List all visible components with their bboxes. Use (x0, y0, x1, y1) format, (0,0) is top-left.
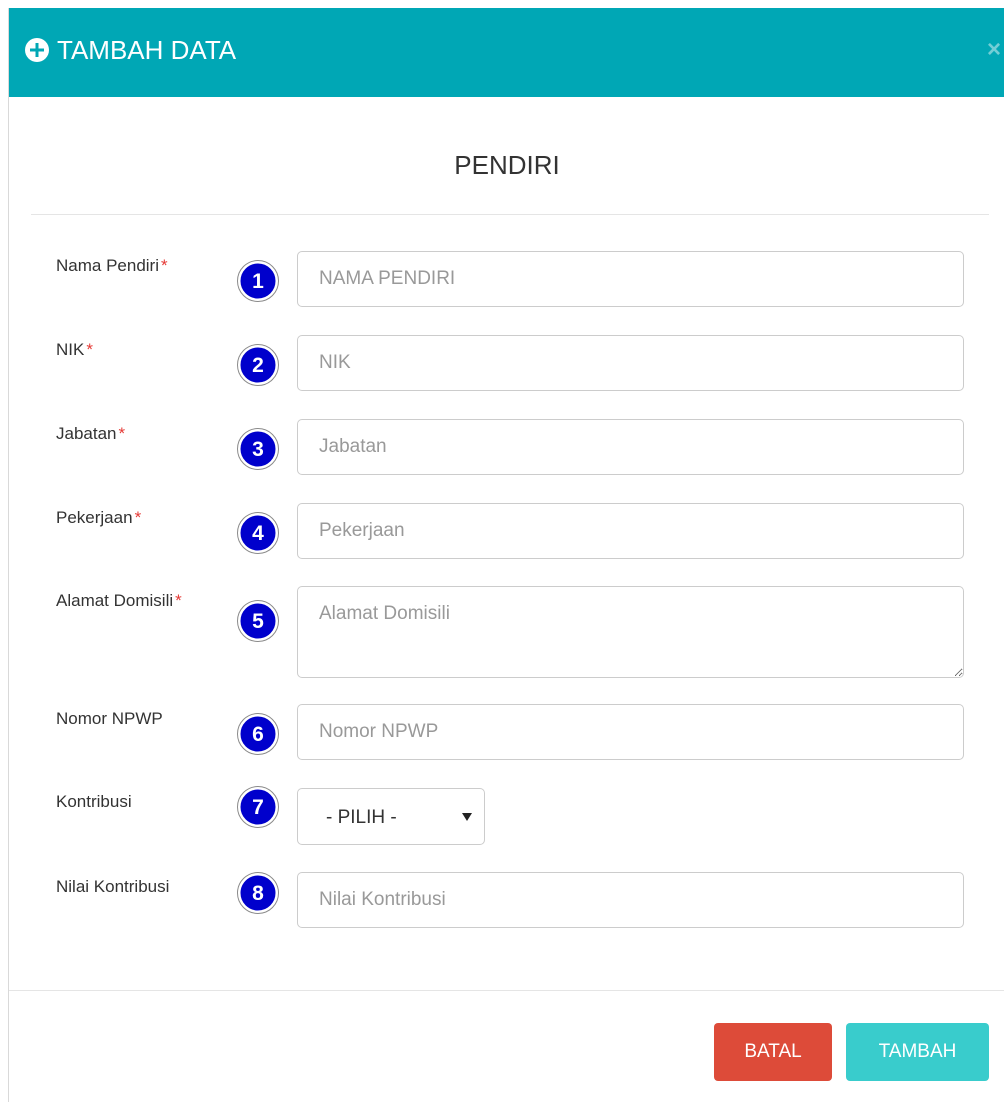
label-text: Nilai Kontribusi (56, 877, 170, 896)
label-text: Pekerjaan (56, 508, 133, 527)
required-mark: * (134, 508, 142, 527)
nama-pendiri-input[interactable] (297, 251, 964, 307)
label-text: Alamat Domisili (56, 591, 174, 610)
nilai-kontribusi-input[interactable] (297, 872, 964, 928)
modal-header: TAMBAH DATA × (9, 8, 1004, 97)
label-text: NIK (56, 340, 85, 359)
label-jabatan: Jabatan * (56, 424, 125, 444)
badge-number: 3 (252, 438, 264, 461)
number-badge-1-icon: 1 (237, 260, 279, 302)
number-badge-2-icon: 2 (237, 344, 279, 386)
number-badge-7-icon: 7 (237, 786, 279, 828)
cancel-button[interactable]: BATAL (714, 1023, 832, 1081)
kontribusi-select[interactable]: - PILIH - (297, 788, 485, 845)
nomor-npwp-input[interactable] (297, 704, 964, 760)
label-kontribusi: Kontribusi (56, 792, 132, 812)
required-mark: * (86, 340, 93, 359)
badge-number: 7 (252, 796, 264, 819)
badge-number: 2 (252, 354, 264, 377)
modal-title: TAMBAH DATA (25, 34, 236, 66)
footer-divider (9, 990, 1004, 991)
number-badge-8-icon: 8 (237, 872, 279, 914)
badge-number: 6 (252, 723, 264, 746)
number-badge-5-icon: 5 (237, 600, 279, 642)
required-mark: * (161, 256, 168, 275)
label-text: Jabatan (56, 424, 117, 443)
number-badge-6-icon: 6 (237, 713, 279, 755)
modal-title-text: TAMBAH DATA (57, 34, 237, 65)
required-mark: * (118, 424, 126, 443)
label-nilai-kontribusi: Nilai Kontribusi (56, 877, 169, 897)
section-title: PENDIRI (454, 150, 560, 180)
plus-circle-icon (25, 38, 49, 62)
nik-input[interactable] (297, 335, 964, 391)
number-badge-3-icon: 3 (237, 428, 279, 470)
label-nomor-npwp: Nomor NPWP (56, 709, 163, 729)
label-text: Kontribusi (56, 792, 132, 811)
label-nama-pendiri: Nama Pendiri * (56, 256, 168, 276)
label-pekerjaan: Pekerjaan * (56, 508, 141, 528)
chevron-down-icon (462, 813, 472, 821)
badge-number: 4 (252, 522, 264, 545)
pekerjaan-input[interactable] (297, 503, 964, 559)
select-value: - PILIH - (326, 807, 397, 828)
section-divider (31, 214, 989, 215)
badge-number: 8 (252, 882, 264, 905)
label-text: Nomor NPWP (56, 709, 163, 728)
alamat-domisili-textarea[interactable] (297, 586, 964, 678)
badge-number: 1 (252, 270, 264, 293)
close-icon[interactable]: × (987, 36, 1001, 64)
add-data-modal: TAMBAH DATA × PENDIRI Nama Pendiri* 1 NI… (8, 8, 1004, 1102)
label-text: Nama Pendiri (56, 256, 159, 275)
jabatan-input[interactable] (297, 419, 964, 475)
submit-button[interactable]: TAMBAH (846, 1023, 989, 1081)
badge-number: 5 (252, 610, 264, 633)
required-mark: * (175, 591, 182, 610)
label-nik: NIK * (56, 340, 93, 360)
number-badge-4-icon: 4 (237, 512, 279, 554)
label-alamat-domisili: Alamat Domisili * (56, 591, 182, 611)
